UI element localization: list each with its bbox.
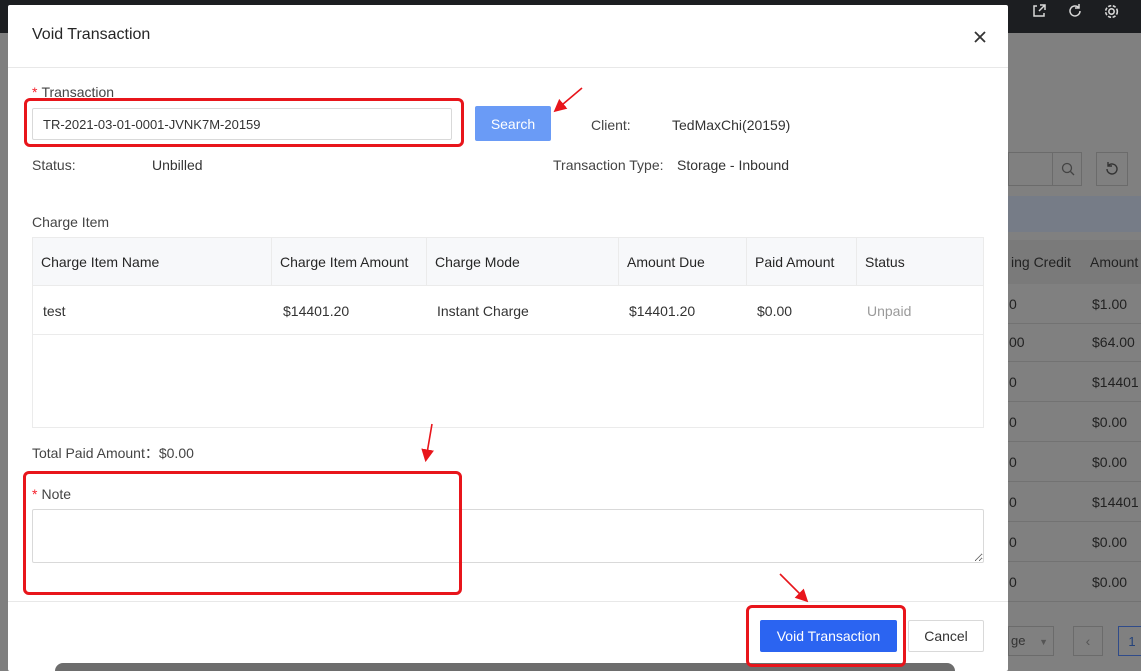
client-value: TedMaxChi(20159) bbox=[672, 117, 791, 133]
note-label: * Note bbox=[32, 486, 71, 502]
required-mark: * bbox=[32, 486, 38, 502]
background-header-credit: ing Credit bbox=[1011, 254, 1071, 270]
dialog-footer: Void Transaction Cancel bbox=[8, 601, 1008, 671]
column-header: Amount Due bbox=[619, 238, 747, 286]
transaction-type-label: Transaction Type: bbox=[553, 157, 664, 173]
background-cell-credit: 0 bbox=[1009, 494, 1017, 510]
background-prev-page-icon[interactable]: ‹ bbox=[1073, 626, 1103, 656]
background-table-row: 0 $0.00 bbox=[1008, 522, 1141, 562]
background-reset-icon[interactable] bbox=[1096, 152, 1128, 186]
cell-status: Unpaid bbox=[867, 303, 912, 319]
background-cell-credit: 0 bbox=[1009, 574, 1017, 590]
caret-down-icon: ▼ bbox=[1039, 637, 1049, 647]
background-cell-credit: 0 bbox=[1009, 454, 1017, 470]
cell-paid-amount: $0.00 bbox=[757, 303, 793, 319]
background-table-row: 0 $0.00 bbox=[1008, 402, 1141, 442]
transaction-label: * Transaction bbox=[32, 84, 114, 100]
background-cell-amount: $0.00 bbox=[1092, 454, 1128, 470]
total-paid-value: $0.00 bbox=[158, 445, 194, 461]
table-header: Charge Item Name Charge Item Amount Char… bbox=[33, 238, 983, 286]
column-header: Charge Item Amount bbox=[272, 238, 427, 286]
cell-charge-item-name: test bbox=[43, 303, 66, 319]
charge-item-title: Charge Item bbox=[32, 214, 110, 230]
background-cell-amount: $0.00 bbox=[1092, 414, 1128, 430]
background-table-row: 0 $14401 bbox=[1008, 362, 1141, 402]
column-header: Paid Amount bbox=[747, 238, 857, 286]
background-cell-credit: 0 bbox=[1009, 296, 1017, 312]
dialog-title: Void Transaction bbox=[32, 26, 151, 43]
background-page-size-select[interactable]: ge ▼ bbox=[1008, 626, 1054, 656]
column-header: Charge Mode bbox=[427, 238, 619, 286]
search-button[interactable]: Search bbox=[475, 106, 551, 141]
background-search-icon[interactable] bbox=[1052, 152, 1082, 186]
table-row: test $14401.20 Instant Charge $14401.20 … bbox=[33, 287, 983, 335]
note-textarea[interactable] bbox=[32, 509, 984, 563]
background-table-row: 0 $14401 bbox=[1008, 482, 1141, 522]
background-cell-amount: $14401 bbox=[1092, 494, 1139, 510]
refresh-icon[interactable] bbox=[1062, 0, 1088, 22]
background-header-amount: Amount bbox=[1090, 254, 1139, 270]
background-shadow bbox=[55, 663, 955, 671]
void-transaction-button[interactable]: Void Transaction bbox=[760, 620, 897, 652]
close-icon[interactable] bbox=[970, 27, 990, 47]
client-label: Client: bbox=[591, 117, 631, 133]
required-mark: * bbox=[32, 84, 38, 100]
cell-charge-mode: Instant Charge bbox=[437, 303, 529, 319]
background-cell-amount: $1.00 bbox=[1092, 296, 1128, 312]
dialog-header: Void Transaction bbox=[8, 5, 1008, 68]
settings-gear-icon[interactable] bbox=[1098, 0, 1124, 22]
share-icon[interactable] bbox=[1026, 0, 1052, 22]
transaction-label-text: Transaction bbox=[41, 84, 115, 100]
cell-amount-due: $14401.20 bbox=[629, 303, 696, 319]
background-cell-amount: $0.00 bbox=[1092, 574, 1128, 590]
total-paid-amount: Total Paid Amount：$0.00 bbox=[32, 443, 194, 463]
background-page-number[interactable]: 1 bbox=[1118, 626, 1141, 656]
column-header: Charge Item Name bbox=[33, 238, 272, 286]
background-table-row: 0 $0.00 bbox=[1008, 442, 1141, 482]
background-cell-credit: 0 bbox=[1009, 534, 1017, 550]
cancel-button[interactable]: Cancel bbox=[908, 620, 984, 652]
background-table-row: 0 $1.00 bbox=[1008, 284, 1141, 324]
background-table-header: ing Credit Amount bbox=[1008, 240, 1141, 284]
background-cell-credit: 0 bbox=[1009, 374, 1017, 390]
column-header: Status bbox=[865, 254, 905, 270]
background-cell-amount: $64.00 bbox=[1092, 334, 1135, 350]
background-cell-credit: 00 bbox=[1009, 334, 1025, 350]
background-table-row: 00 $64.00 bbox=[1008, 322, 1141, 362]
charge-item-table: Charge Item Name Charge Item Amount Char… bbox=[32, 237, 984, 428]
background-table-row: 0 $0.00 bbox=[1008, 562, 1141, 602]
background-cell-amount: $0.00 bbox=[1092, 534, 1128, 550]
background-cell-amount: $14401 bbox=[1092, 374, 1139, 390]
total-paid-label: Total Paid Amount： bbox=[32, 445, 159, 461]
background-cell-credit: 0 bbox=[1009, 414, 1017, 430]
cell-charge-item-amount: $14401.20 bbox=[283, 303, 350, 319]
transaction-type-value: Storage - Inbound bbox=[677, 157, 790, 173]
background-toolbar-band bbox=[1008, 196, 1141, 232]
void-transaction-dialog: Void Transaction *Transaction Search Cli… bbox=[8, 5, 1008, 671]
background-page-size-text: ge bbox=[1011, 633, 1026, 648]
status-label: Status: bbox=[32, 157, 76, 173]
status-value: Unbilled bbox=[152, 157, 203, 173]
transaction-input[interactable] bbox=[32, 108, 452, 140]
note-label-text: Note bbox=[41, 486, 72, 502]
